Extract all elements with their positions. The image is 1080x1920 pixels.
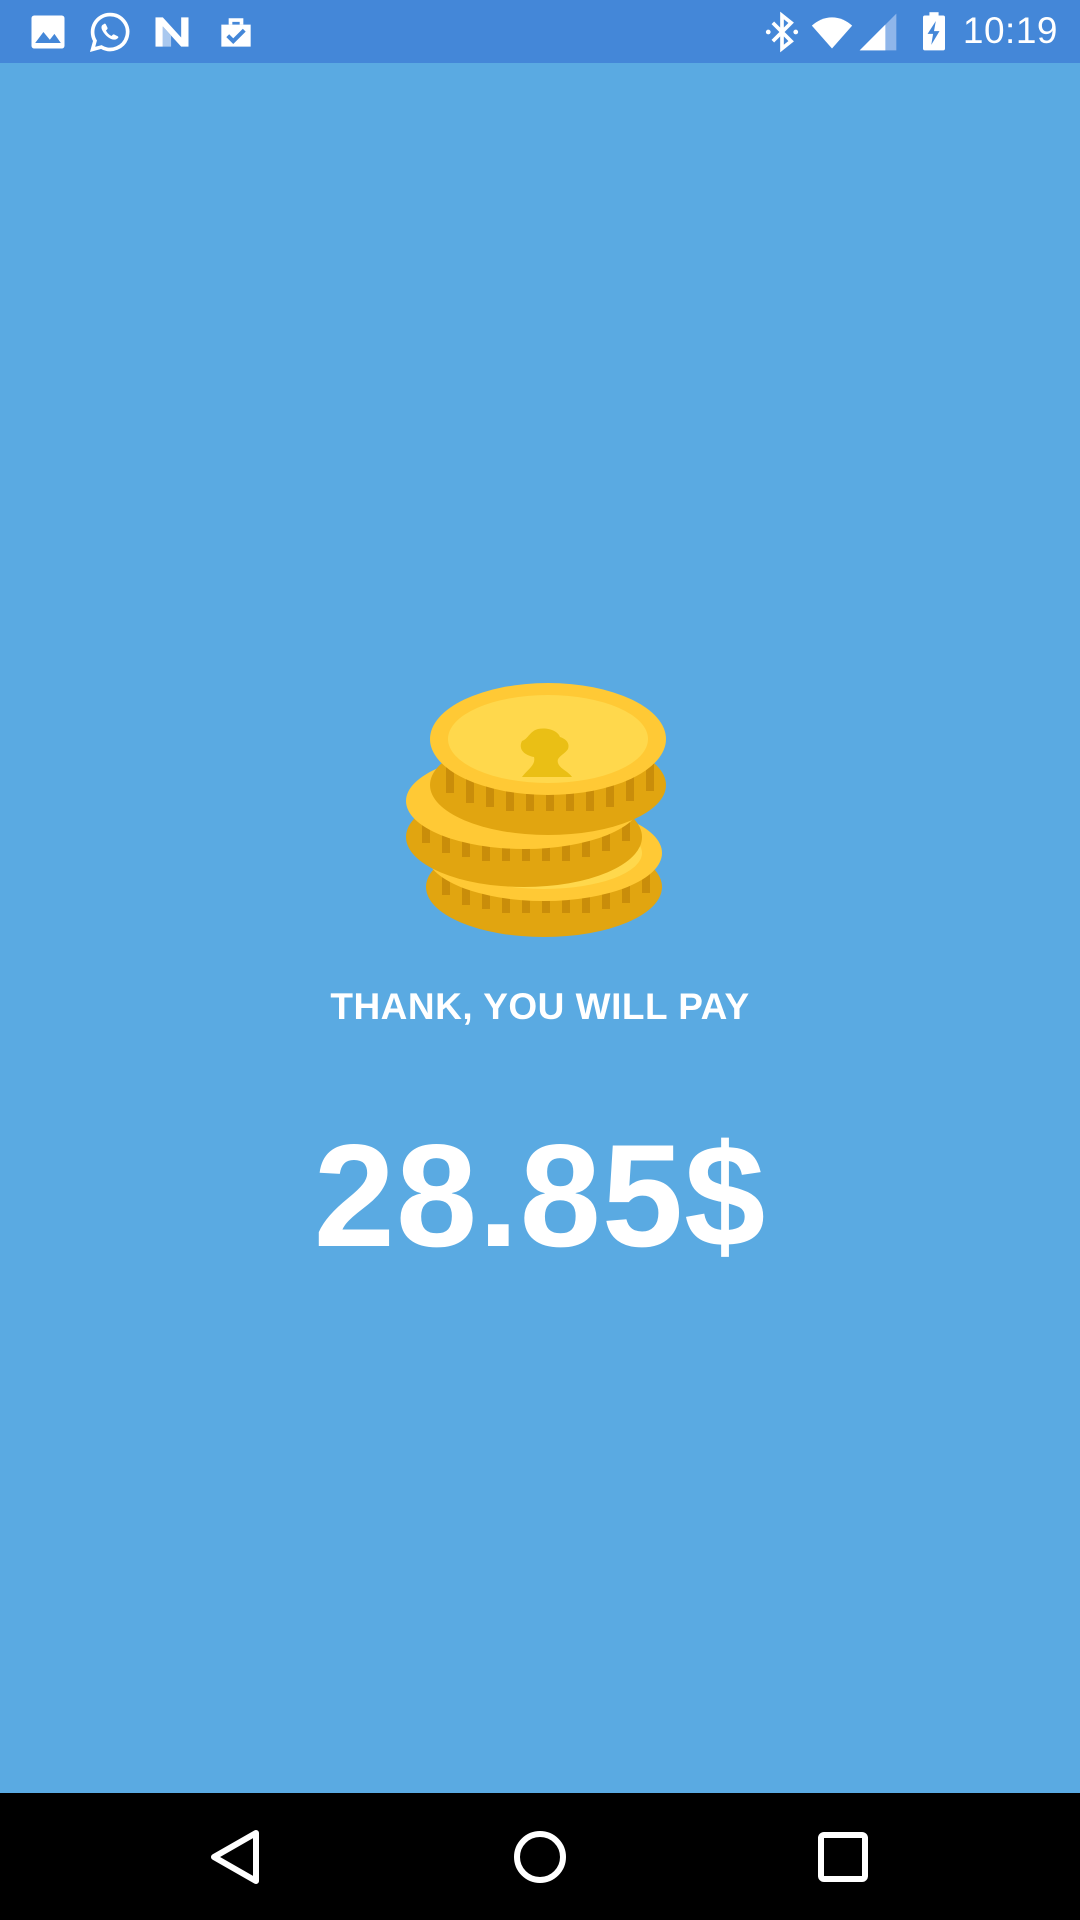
thank-you-message: THANK, YOU WILL PAY	[330, 986, 750, 1027]
navigation-bar	[0, 1793, 1080, 1920]
status-time: 10:19	[962, 10, 1058, 51]
payment-amount: 28.85$	[313, 1114, 767, 1277]
back-icon[interactable]	[198, 1819, 274, 1895]
status-bar: 10:19	[0, 0, 1080, 63]
wifi-icon	[810, 10, 854, 54]
cell-signal-icon	[856, 10, 900, 54]
payment-confirmation-screen: 10:19 THANK, YOU WILL PAY 28.85$	[0, 0, 1080, 1920]
whatsapp-icon	[88, 10, 132, 54]
bluetooth-icon	[760, 10, 804, 54]
recents-icon[interactable]	[805, 1819, 881, 1895]
gallery-icon	[26, 10, 70, 54]
home-icon[interactable]	[502, 1819, 578, 1895]
n-app-icon	[150, 10, 194, 54]
battery-charging-icon	[912, 10, 956, 54]
gold-coins-icon	[400, 675, 680, 955]
task-clipboard-icon	[214, 10, 258, 54]
main-content: THANK, YOU WILL PAY 28.85$	[0, 63, 1080, 1793]
